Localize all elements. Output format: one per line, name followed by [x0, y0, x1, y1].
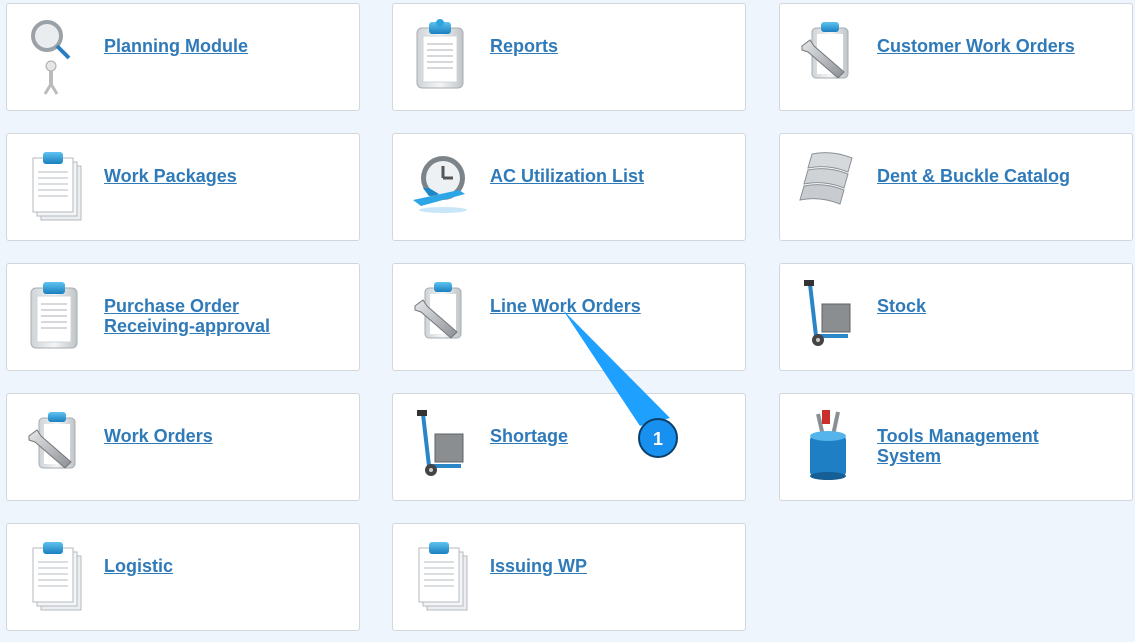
purchase-order-line2: Receiving-approval — [104, 316, 271, 336]
tile-line-work-orders[interactable]: Line Work Orders — [392, 263, 746, 371]
tile-ac-utilization-list[interactable]: AC Utilization List — [392, 133, 746, 241]
issuing-wp-link[interactable]: Issuing WP — [490, 556, 725, 576]
tile-planning-module[interactable]: Planning Module — [6, 3, 360, 111]
magnifier-person-icon — [23, 16, 87, 96]
work-packages-link[interactable]: Work Packages — [104, 166, 339, 186]
tile-customer-work-orders[interactable]: Customer Work Orders — [779, 3, 1133, 111]
tile-work-orders[interactable]: Work Orders — [6, 393, 360, 501]
hand-truck-icon — [796, 276, 860, 356]
line-work-orders-link[interactable]: Line Work Orders — [490, 296, 725, 316]
clock-airplane-icon — [409, 146, 473, 226]
purchase-order-line1: Purchase Order — [104, 296, 240, 316]
hand-truck-icon — [409, 406, 473, 486]
clipboard-icon — [23, 276, 87, 356]
document-stack-icon — [409, 536, 473, 616]
tile-purchase-order[interactable]: Purchase Order Receiving-approval — [6, 263, 360, 371]
clipboard-icon — [409, 16, 473, 96]
tool-bucket-icon — [796, 406, 860, 486]
purchase-order-link[interactable]: Purchase Order Receiving-approval — [104, 296, 339, 336]
catalog-sheets-icon — [796, 146, 860, 226]
tile-logistic[interactable]: Logistic — [6, 523, 360, 631]
customer-work-orders-link[interactable]: Customer Work Orders — [877, 36, 1112, 56]
clipboard-wrench-icon — [409, 276, 473, 356]
clipboard-wrench-icon — [796, 16, 860, 96]
dent-buckle-catalog-link[interactable]: Dent & Buckle Catalog — [877, 166, 1112, 186]
tools-management-line2: System — [877, 446, 942, 466]
clipboard-wrench-icon — [23, 406, 87, 486]
planning-module-link[interactable]: Planning Module — [104, 36, 339, 56]
document-stack-icon — [23, 146, 87, 226]
tools-management-link[interactable]: Tools Management System — [877, 426, 1112, 466]
work-orders-link[interactable]: Work Orders — [104, 426, 339, 446]
stock-link[interactable]: Stock — [877, 296, 1112, 316]
logistic-link[interactable]: Logistic — [104, 556, 339, 576]
tile-dent-buckle-catalog[interactable]: Dent & Buckle Catalog — [779, 133, 1133, 241]
reports-link[interactable]: Reports — [490, 36, 725, 56]
tile-tools-management[interactable]: Tools Management System — [779, 393, 1133, 501]
tools-management-line1: Tools Management — [877, 426, 1039, 446]
shortage-link[interactable]: Shortage — [490, 426, 725, 446]
tile-work-packages[interactable]: Work Packages — [6, 133, 360, 241]
ac-utilization-list-link[interactable]: AC Utilization List — [490, 166, 725, 186]
tile-issuing-wp[interactable]: Issuing WP — [392, 523, 746, 631]
tile-shortage[interactable]: Shortage — [392, 393, 746, 501]
document-stack-icon — [23, 536, 87, 616]
tile-stock[interactable]: Stock — [779, 263, 1133, 371]
tile-reports[interactable]: Reports — [392, 3, 746, 111]
